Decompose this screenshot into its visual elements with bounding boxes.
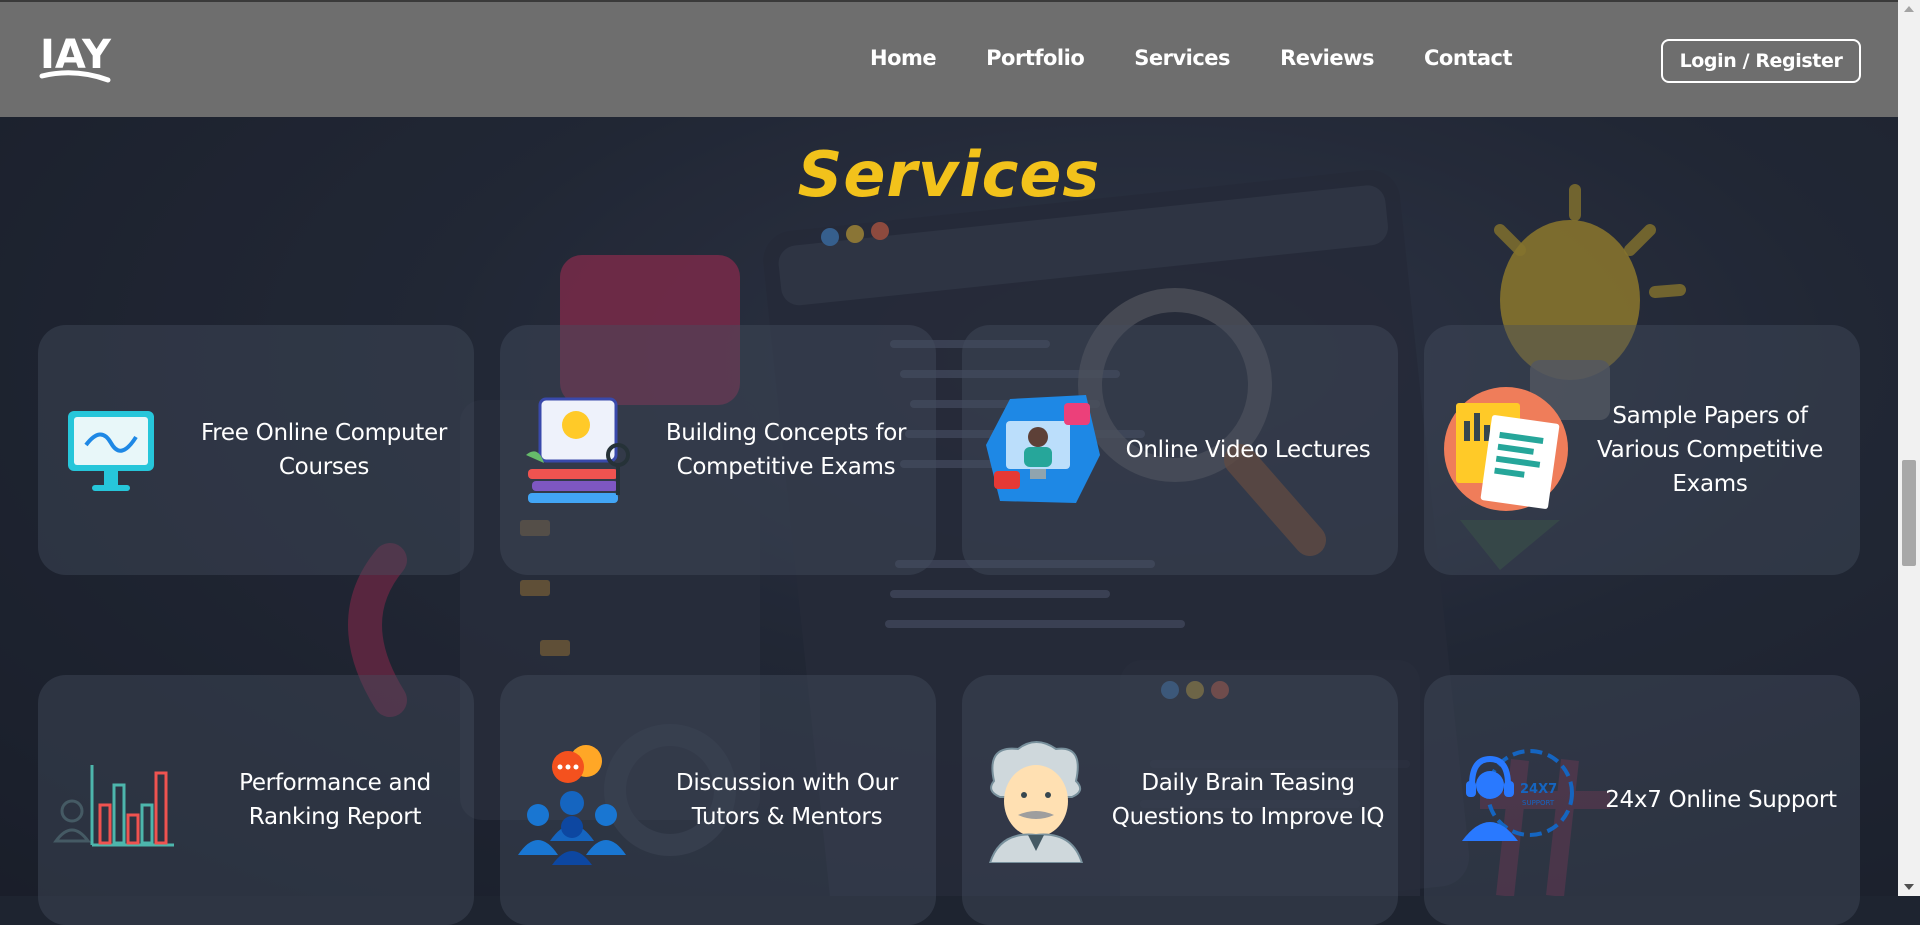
service-card[interactable]: Sample Papers of Various Competitive Exa… (1424, 325, 1860, 575)
nav-services[interactable]: Services (1134, 46, 1230, 70)
study-concept-icon (518, 385, 646, 513)
service-card[interactable]: 24X7 SUPPORT 24x7 Online Support (1424, 675, 1860, 925)
scrollbar-thumb[interactable] (1902, 460, 1916, 566)
nav-home[interactable]: Home (870, 46, 937, 70)
scroll-down-icon[interactable] (1904, 884, 1914, 890)
site-header: IAY Home Portfolio Services Reviews Cont… (0, 0, 1898, 117)
service-card[interactable]: Performance and Ranking Report (38, 675, 474, 925)
service-label: 24x7 Online Support (1605, 787, 1837, 813)
nav-portfolio[interactable]: Portfolio (986, 46, 1085, 70)
page-scrollbar[interactable] (1898, 0, 1920, 896)
service-card[interactable]: Free Online Computer Courses (38, 325, 474, 575)
service-label: Free Online Computer Courses (201, 420, 447, 480)
main-nav: Home Portfolio Services Reviews Contact (870, 46, 1562, 70)
service-label: Performance and Ranking Report (239, 770, 431, 830)
service-card[interactable]: Daily Brain Teasing Questions to Improve… (962, 675, 1398, 925)
site-logo[interactable]: IAY (38, 28, 112, 86)
service-card[interactable]: Building Concepts for Competitive Exams (500, 325, 936, 575)
service-card[interactable]: Discussion with Our Tutors & Mentors (500, 675, 936, 925)
service-card[interactable]: Online Video Lectures (962, 325, 1398, 575)
svg-text:SUPPORT: SUPPORT (1522, 799, 1555, 807)
section-title: Services (797, 138, 1101, 211)
service-label: Online Video Lectures (1125, 437, 1371, 463)
svg-text:24X7: 24X7 (1520, 782, 1557, 797)
service-label: Discussion with Our Tutors & Mentors (675, 770, 899, 830)
video-lecture-icon (980, 385, 1108, 513)
discussion-group-icon (512, 741, 640, 869)
service-label: Building Concepts for Competitive Exams (665, 420, 907, 480)
service-label: Sample Papers of Various Competitive Exa… (1597, 403, 1823, 497)
logo-icon: IAY (39, 32, 112, 83)
service-label: Daily Brain Teasing Questions to Improve… (1111, 770, 1385, 830)
support-headset-icon: 24X7 SUPPORT (1454, 741, 1582, 869)
nav-contact[interactable]: Contact (1424, 46, 1513, 70)
computer-monitor-icon (56, 385, 184, 513)
nav-reviews[interactable]: Reviews (1280, 46, 1374, 70)
login-register-button[interactable]: Login / Register (1661, 39, 1861, 83)
bar-chart-icon (48, 751, 176, 879)
einstein-icon (972, 735, 1100, 864)
sample-papers-icon (1442, 385, 1570, 513)
scroll-up-icon[interactable] (1904, 6, 1914, 12)
